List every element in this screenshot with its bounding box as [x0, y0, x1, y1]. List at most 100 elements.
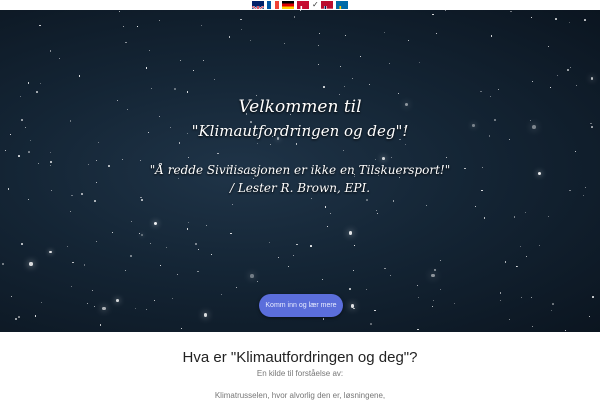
flag-uk-icon[interactable]	[252, 1, 264, 9]
star	[180, 328, 182, 330]
star	[112, 231, 113, 233]
star	[187, 156, 189, 158]
star	[131, 221, 133, 223]
star	[256, 142, 258, 144]
flag-dk-icon[interactable]	[297, 1, 309, 9]
star	[374, 309, 376, 311]
star	[100, 324, 102, 326]
star	[499, 292, 502, 294]
star	[425, 204, 427, 206]
star	[231, 204, 233, 206]
star	[39, 24, 41, 27]
star	[419, 61, 421, 63]
flag-fr-icon[interactable]	[267, 1, 279, 9]
star	[390, 156, 392, 158]
star	[83, 264, 86, 267]
hero-banner: Velkommen til "Klimautfordringen og deg"…	[0, 10, 600, 332]
star	[172, 297, 174, 299]
star	[299, 10, 301, 11]
star	[552, 303, 554, 306]
star	[453, 303, 456, 305]
star	[91, 290, 93, 291]
star	[531, 16, 533, 18]
star	[221, 293, 223, 295]
star	[130, 255, 132, 257]
star	[177, 178, 179, 180]
flag-de-icon[interactable]	[282, 1, 294, 9]
star	[269, 143, 271, 145]
star	[407, 40, 409, 42]
star	[568, 21, 571, 24]
star	[71, 285, 73, 287]
star	[174, 87, 176, 90]
star	[353, 245, 355, 246]
star	[36, 91, 38, 94]
star	[27, 198, 30, 201]
star	[574, 151, 576, 152]
star	[40, 302, 43, 304]
star	[93, 199, 96, 202]
star	[321, 278, 324, 281]
star	[58, 58, 60, 60]
star	[494, 119, 496, 121]
star	[145, 67, 147, 69]
star	[186, 227, 189, 230]
star	[178, 142, 181, 144]
star	[252, 177, 254, 179]
star	[549, 86, 551, 88]
star	[240, 28, 243, 31]
star	[555, 18, 557, 21]
star	[166, 246, 168, 248]
star	[95, 240, 97, 243]
flag-se-icon[interactable]	[336, 1, 348, 9]
star	[436, 33, 438, 35]
section-heading: Hva er "Klimautfordringen og deg"?	[182, 349, 418, 366]
star	[390, 275, 392, 276]
selected-check-icon: ✓	[312, 0, 319, 9]
star	[432, 299, 435, 302]
star	[49, 151, 51, 153]
star	[521, 296, 523, 298]
star	[445, 156, 447, 158]
star	[102, 306, 106, 311]
star	[547, 45, 549, 47]
star	[592, 296, 594, 299]
star	[293, 255, 295, 257]
star	[439, 288, 441, 290]
flag-no-icon[interactable]	[321, 1, 333, 9]
star	[513, 216, 516, 218]
star	[339, 93, 341, 96]
enter-learn-more-button[interactable]: Komm inn og lær mere	[259, 294, 343, 317]
star	[21, 242, 24, 245]
star	[236, 286, 238, 289]
star	[322, 318, 324, 320]
star	[39, 82, 41, 84]
star	[366, 199, 368, 201]
star	[431, 273, 436, 278]
section-subheading: En kilde til forståelse av:	[256, 369, 344, 378]
star	[497, 89, 499, 91]
star	[344, 34, 346, 36]
star	[200, 24, 203, 27]
star	[228, 36, 231, 39]
star	[153, 299, 155, 301]
star	[72, 261, 74, 263]
star	[125, 41, 128, 44]
star	[532, 325, 534, 328]
star	[202, 59, 204, 62]
star	[570, 66, 572, 68]
star	[149, 243, 151, 244]
star	[590, 77, 594, 81]
star	[589, 315, 591, 317]
star	[69, 210, 71, 212]
star	[95, 159, 98, 162]
star	[551, 309, 553, 311]
star	[326, 225, 328, 227]
star	[277, 256, 280, 259]
star	[516, 266, 518, 267]
hero-quote: "Å redde Sivilisasjonen er ikke en Tilsk…	[149, 163, 451, 177]
star	[146, 308, 147, 310]
star	[203, 313, 208, 317]
star	[348, 230, 353, 235]
star	[250, 274, 254, 278]
